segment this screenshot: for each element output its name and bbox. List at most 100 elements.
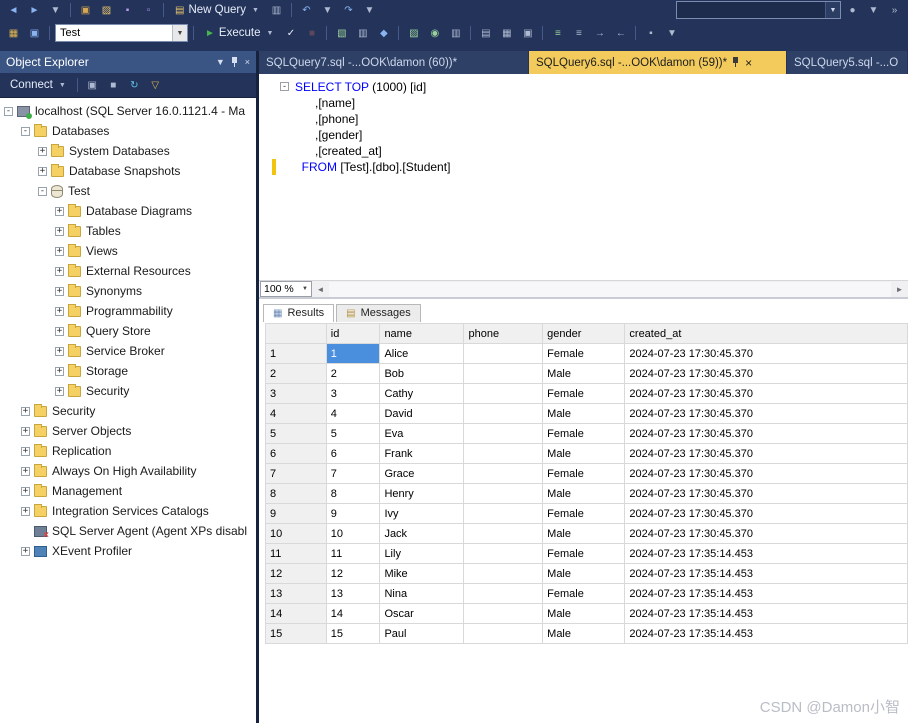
grid-cell[interactable]: Male bbox=[543, 564, 625, 584]
grid-column-header[interactable]: phone bbox=[464, 324, 543, 344]
uncomment-icon[interactable]: ≡ bbox=[569, 25, 588, 42]
document-tab[interactable]: SQLQuery6.sql -...OOK\damon (59))*× bbox=[529, 51, 786, 74]
grid-cell[interactable]: 14 bbox=[326, 604, 380, 624]
sqlcmd-mode-icon[interactable]: ▪ bbox=[641, 25, 660, 42]
grid-column-header[interactable]: id bbox=[326, 324, 380, 344]
grid-cell[interactable]: 2024-07-23 17:35:14.453 bbox=[625, 624, 908, 644]
grid-cell[interactable] bbox=[464, 404, 543, 424]
close-icon[interactable]: × bbox=[245, 57, 250, 67]
undo-icon[interactable]: ↶ bbox=[297, 2, 316, 19]
grid-cell[interactable]: Male bbox=[543, 404, 625, 424]
expand-icon[interactable]: + bbox=[21, 507, 30, 516]
save-icon[interactable]: ▪ bbox=[118, 2, 137, 19]
grid-cell[interactable]: Bob bbox=[380, 364, 464, 384]
grid-row-header[interactable]: 4 bbox=[266, 404, 327, 424]
results-tab-results[interactable]: ▦Results bbox=[263, 304, 334, 322]
grid-cell[interactable]: Female bbox=[543, 584, 625, 604]
expand-icon[interactable]: + bbox=[55, 267, 64, 276]
grid-cell[interactable]: Eva bbox=[380, 424, 464, 444]
grid-cell[interactable]: Nina bbox=[380, 584, 464, 604]
redo-dropdown-icon[interactable]: ▼ bbox=[360, 2, 379, 19]
grid-cell[interactable]: Alice bbox=[380, 344, 464, 364]
grid-row-header[interactable]: 6 bbox=[266, 444, 327, 464]
auto-hide-pin-icon[interactable] bbox=[231, 57, 239, 68]
expand-icon[interactable]: + bbox=[21, 447, 30, 456]
find-options-dropdown-icon[interactable]: ▼ bbox=[864, 2, 883, 19]
window-position-icon[interactable]: ▼ bbox=[216, 57, 225, 67]
execute-button-dropdown-icon[interactable]: ▼ bbox=[266, 30, 273, 37]
sql-code-editor[interactable]: -SELECT TOP (1000) [id] ,[name] ,[phone]… bbox=[259, 74, 908, 280]
grid-cell[interactable]: Male bbox=[543, 444, 625, 464]
intellisense-icon[interactable]: ◆ bbox=[374, 25, 393, 42]
grid-cell[interactable]: 7 bbox=[326, 464, 380, 484]
tree-item[interactable]: +System Databases bbox=[0, 141, 256, 161]
tree-item[interactable]: +Always On High Availability bbox=[0, 461, 256, 481]
toolbar-overflow-icon[interactable]: » bbox=[885, 2, 904, 19]
grid-cell[interactable]: 2024-07-23 17:30:45.370 bbox=[625, 404, 908, 424]
grid-column-header[interactable]: gender bbox=[543, 324, 625, 344]
grid-cell[interactable]: David bbox=[380, 404, 464, 424]
query-toolbar-overflow-icon[interactable]: ▼ bbox=[662, 25, 681, 42]
forward-icon[interactable]: ► bbox=[25, 2, 44, 19]
tree-item[interactable]: +Management bbox=[0, 481, 256, 501]
new-project-icon[interactable]: ▣ bbox=[76, 2, 95, 19]
refresh-icon[interactable]: ↻ bbox=[125, 77, 144, 94]
expand-icon[interactable]: + bbox=[21, 487, 30, 496]
grid-cell[interactable]: 2024-07-23 17:30:45.370 bbox=[625, 424, 908, 444]
results-to-text-icon[interactable]: ▤ bbox=[476, 25, 495, 42]
grid-cell[interactable]: 5 bbox=[326, 424, 380, 444]
grid-cell[interactable]: Male bbox=[543, 484, 625, 504]
grid-column-header[interactable]: name bbox=[380, 324, 464, 344]
grid-cell[interactable]: 2024-07-23 17:35:14.453 bbox=[625, 544, 908, 564]
collapse-icon[interactable]: - bbox=[21, 127, 30, 136]
tab-close-icon[interactable]: × bbox=[745, 57, 752, 69]
collapse-icon[interactable]: - bbox=[38, 187, 47, 196]
grid-cell[interactable]: Frank bbox=[380, 444, 464, 464]
grid-cell[interactable]: 6 bbox=[326, 444, 380, 464]
code-fold-icon[interactable]: - bbox=[280, 82, 289, 91]
nav-history-dropdown-icon[interactable]: ▼ bbox=[46, 2, 65, 19]
grid-cell[interactable] bbox=[464, 364, 543, 384]
back-icon[interactable]: ◄ bbox=[4, 2, 23, 19]
expand-icon[interactable]: + bbox=[55, 247, 64, 256]
grid-cell[interactable] bbox=[464, 544, 543, 564]
redo-icon[interactable]: ↷ bbox=[339, 2, 358, 19]
actual-plan-icon[interactable]: ▨ bbox=[404, 25, 423, 42]
grid-cell[interactable]: 2024-07-23 17:35:14.453 bbox=[625, 564, 908, 584]
grid-cell[interactable] bbox=[464, 384, 543, 404]
tree-item[interactable]: +Storage bbox=[0, 361, 256, 381]
parse-icon[interactable]: ✓ bbox=[281, 25, 300, 42]
grid-row-header[interactable]: 14 bbox=[266, 604, 327, 624]
grid-cell[interactable]: Female bbox=[543, 384, 625, 404]
grid-cell[interactable]: 12 bbox=[326, 564, 380, 584]
grid-row-header[interactable]: 15 bbox=[266, 624, 327, 644]
grid-row-header[interactable]: 3 bbox=[266, 384, 327, 404]
execute-button[interactable]: ►Execute▼ bbox=[199, 24, 279, 43]
grid-cell[interactable]: 2024-07-23 17:30:45.370 bbox=[625, 504, 908, 524]
connect-icon[interactable]: ▦ bbox=[4, 25, 23, 42]
find-icon[interactable]: ● bbox=[843, 2, 862, 19]
grid-row-header[interactable]: 11 bbox=[266, 544, 327, 564]
results-to-file-icon[interactable]: ▣ bbox=[518, 25, 537, 42]
tree-item[interactable]: -localhost (SQL Server 16.0.1121.4 - Ma bbox=[0, 101, 256, 121]
grid-row-header[interactable]: 1 bbox=[266, 344, 327, 364]
grid-cell[interactable]: Cathy bbox=[380, 384, 464, 404]
expand-icon[interactable]: + bbox=[55, 227, 64, 236]
available-databases-combo[interactable]: Test▼ bbox=[55, 24, 188, 42]
zoom-dropdown-icon[interactable]: ▼ bbox=[299, 286, 311, 292]
grid-row-header[interactable]: 13 bbox=[266, 584, 327, 604]
tree-item[interactable]: SQL Server Agent (Agent XPs disabl bbox=[0, 521, 256, 541]
estimated-plan-icon[interactable]: ▧ bbox=[332, 25, 351, 42]
grid-cell[interactable]: Female bbox=[543, 504, 625, 524]
grid-cell[interactable]: 2024-07-23 17:30:45.370 bbox=[625, 344, 908, 364]
grid-cell[interactable]: 2024-07-23 17:30:45.370 bbox=[625, 364, 908, 384]
grid-row-header[interactable]: 8 bbox=[266, 484, 327, 504]
grid-cell[interactable] bbox=[464, 464, 543, 484]
outdent-icon[interactable]: ← bbox=[611, 25, 630, 42]
collapse-icon[interactable]: - bbox=[4, 107, 13, 116]
filter-icon[interactable]: ▽ bbox=[146, 77, 165, 94]
grid-cell[interactable] bbox=[464, 524, 543, 544]
grid-cell[interactable]: Mike bbox=[380, 564, 464, 584]
grid-cell[interactable]: Lily bbox=[380, 544, 464, 564]
expand-icon[interactable]: + bbox=[55, 387, 64, 396]
